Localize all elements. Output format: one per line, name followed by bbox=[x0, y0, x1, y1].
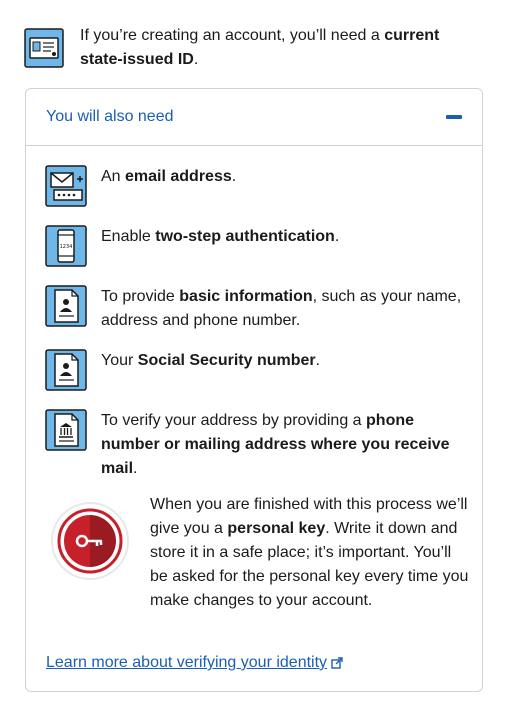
phone-code-text: 1234 bbox=[60, 244, 73, 250]
email-icon bbox=[45, 165, 87, 207]
list-item-text: An email address. bbox=[101, 168, 237, 185]
list-item-ssn: Your Social Security number. bbox=[45, 349, 470, 391]
list-item-address: To verify your address by providing a ph… bbox=[45, 409, 470, 481]
accordion-panel: You will also need An email address. 123… bbox=[25, 88, 483, 692]
list-item-text: Enable two-step authentication. bbox=[101, 228, 340, 245]
accordion-header[interactable]: You will also need bbox=[26, 89, 482, 146]
list-item-basic-info: To provide basic information, such as yo… bbox=[45, 285, 470, 333]
document-building-icon bbox=[45, 409, 87, 451]
id-card-icon bbox=[24, 28, 64, 68]
learn-more-link[interactable]: Learn more about verifying your identity bbox=[46, 654, 343, 672]
learn-more-label[interactable]: Learn more about verifying your identity bbox=[46, 654, 327, 672]
accordion-title: You will also need bbox=[46, 108, 174, 125]
personal-key-block: When you are finished with this process … bbox=[50, 493, 470, 613]
document-person-icon bbox=[45, 285, 87, 327]
intro-text: If you’re creating an account, you’ll ne… bbox=[80, 27, 440, 68]
personal-key-icon bbox=[51, 502, 129, 580]
minus-icon[interactable] bbox=[446, 115, 462, 119]
external-link-icon bbox=[331, 657, 343, 669]
list-item-two-step: 1234 Enable two-step authentication. bbox=[45, 225, 470, 267]
list-item-text: To provide basic information, such as yo… bbox=[101, 288, 462, 329]
list-item-text: To verify your address by providing a ph… bbox=[101, 412, 450, 477]
personal-key-text: When you are finished with this process … bbox=[150, 496, 469, 609]
intro: If you’re creating an account, you’ll ne… bbox=[24, 24, 484, 72]
list-item-email: An email address. bbox=[45, 165, 470, 207]
list-item-text: Your Social Security number. bbox=[101, 352, 321, 369]
document-person-icon bbox=[45, 349, 87, 391]
phone-icon: 1234 bbox=[45, 225, 87, 267]
